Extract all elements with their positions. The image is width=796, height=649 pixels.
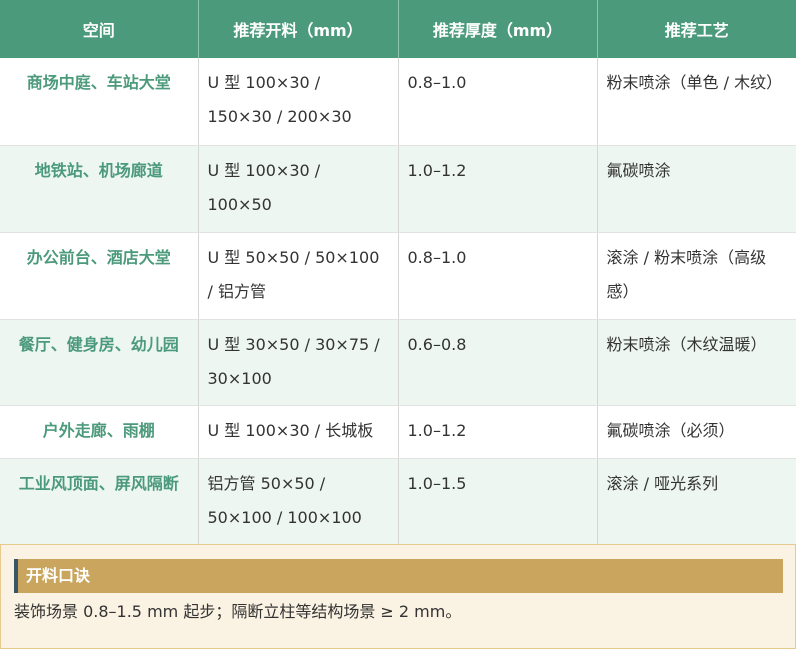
spec-table: 空间 推荐开料（mm） 推荐厚度（mm） 推荐工艺 商场中庭、车站大堂 U 型 … [0,0,796,545]
header-material: 推荐开料（mm） [198,0,399,58]
table-row: 户外走廊、雨棚 U 型 100×30 / 长城板 1.0–1.2 氟碳喷涂（必须… [0,405,796,459]
cell-material: U 型 100×30 / 100×50 [198,145,399,233]
table-row: 办公前台、酒店大堂 U 型 50×50 / 50×100 / 铝方管 0.8–1… [0,232,796,320]
cell-space: 餐厅、健身房、幼儿园 [0,319,199,406]
table-header-row: 空间 推荐开料（mm） 推荐厚度（mm） 推荐工艺 [0,0,796,58]
cell-space: 商场中庭、车站大堂 [0,58,199,146]
cell-process: 滚涂 / 哑光系列 [597,458,796,545]
cell-material: U 型 30×50 / 30×75 / 30×100 [198,319,399,406]
cell-thickness: 0.8–1.0 [398,58,598,146]
cell-process: 粉末喷涂（单色 / 木纹） [597,58,796,146]
cell-process: 氟碳喷涂 [597,145,796,233]
cell-thickness: 0.8–1.0 [398,232,598,320]
table-row: 商场中庭、车站大堂 U 型 100×30 / 150×30 / 200×30 0… [0,58,796,146]
cell-thickness: 0.6–0.8 [398,319,598,406]
cutting-tip-box: 开料口诀 装饰场景 0.8–1.5 mm 起步；隔断立柱等结构场景 ≥ 2 mm… [0,544,796,649]
cell-material: 铝方管 50×50 / 50×100 / 100×100 [198,458,399,545]
cell-thickness: 1.0–1.2 [398,145,598,233]
table-row: 地铁站、机场廊道 U 型 100×30 / 100×50 1.0–1.2 氟碳喷… [0,145,796,233]
cell-space: 工业风顶面、屏风隔断 [0,458,199,545]
cell-process: 粉末喷涂（木纹温暖） [597,319,796,406]
cell-space: 地铁站、机场廊道 [0,145,199,233]
cell-space: 办公前台、酒店大堂 [0,232,199,320]
cell-process: 氟碳喷涂（必须） [597,405,796,459]
cell-thickness: 1.0–1.2 [398,405,598,459]
tip-title: 开料口诀 [14,559,783,593]
table-row: 餐厅、健身房、幼儿园 U 型 30×50 / 30×75 / 30×100 0.… [0,319,796,406]
cell-space: 户外走廊、雨棚 [0,405,199,459]
header-space: 空间 [0,0,199,58]
header-thickness: 推荐厚度（mm） [398,0,598,58]
cell-material: U 型 50×50 / 50×100 / 铝方管 [198,232,399,320]
cell-thickness: 1.0–1.5 [398,458,598,545]
header-process: 推荐工艺 [597,0,796,58]
table-row: 工业风顶面、屏风隔断 铝方管 50×50 / 50×100 / 100×100 … [0,458,796,545]
cell-process: 滚涂 / 粉末喷涂（高级感） [597,232,796,320]
cell-material: U 型 100×30 / 长城板 [198,405,399,459]
tip-text: 装饰场景 0.8–1.5 mm 起步；隔断立柱等结构场景 ≥ 2 mm。 [14,602,462,621]
cell-material: U 型 100×30 / 150×30 / 200×30 [198,58,399,146]
